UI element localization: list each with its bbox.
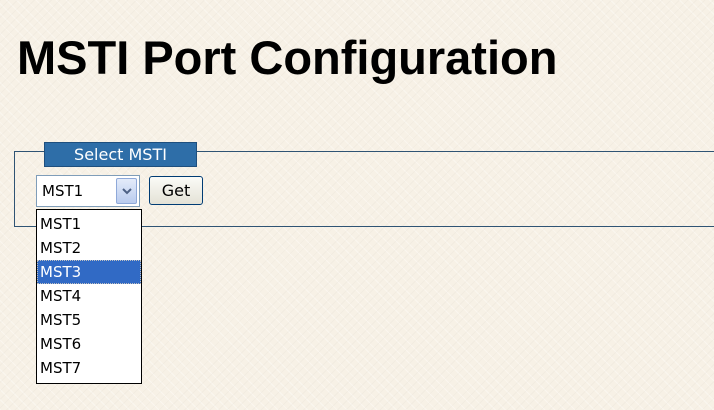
dropdown-option-mst4[interactable]: MST4 bbox=[37, 284, 141, 308]
msti-select-value: MST1 bbox=[42, 182, 84, 200]
get-button[interactable]: Get bbox=[149, 176, 203, 205]
select-msti-legend: Select MSTI bbox=[44, 142, 197, 167]
dropdown-option-mst3[interactable]: MST3 bbox=[37, 260, 141, 284]
page-title: MSTI Port Configuration bbox=[17, 31, 558, 84]
dropdown-option-mst6[interactable]: MST6 bbox=[37, 332, 141, 356]
msti-select[interactable]: MST1 bbox=[36, 175, 140, 207]
dropdown-option-mst2[interactable]: MST2 bbox=[37, 236, 141, 260]
dropdown-option-mst5[interactable]: MST5 bbox=[37, 308, 141, 332]
dropdown-option-mst7[interactable]: MST7 bbox=[37, 356, 141, 380]
chevron-down-icon[interactable] bbox=[116, 178, 137, 204]
msti-dropdown-list: MST1 MST2 MST3 MST4 MST5 MST6 MST7 bbox=[36, 209, 142, 384]
dropdown-option-mst1[interactable]: MST1 bbox=[37, 212, 141, 236]
